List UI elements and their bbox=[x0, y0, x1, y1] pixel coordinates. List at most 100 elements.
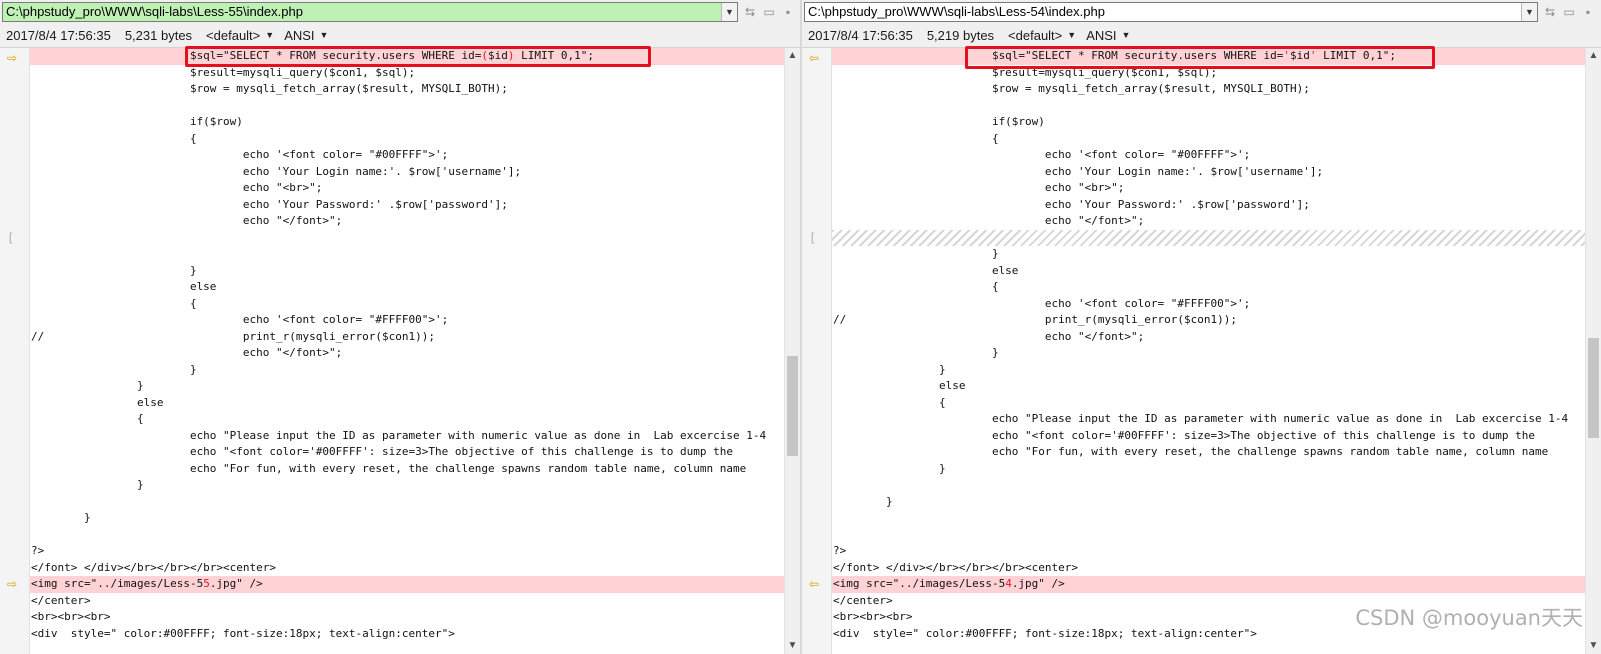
code-line: echo 'Your Password:' .$row['password']; bbox=[833, 197, 1310, 211]
chevron-down-icon[interactable]: ▼ bbox=[320, 24, 329, 47]
swap-icon[interactable]: ⇆ bbox=[742, 4, 758, 20]
code-line: } bbox=[833, 362, 946, 376]
code-line: echo "</font>"; bbox=[31, 346, 343, 359]
left-path-tools: ⇆ ▭ ▪ bbox=[742, 4, 796, 20]
right-pane: C:\phpstudy_pro\WWW\sqli-labs\Less-54\in… bbox=[802, 0, 1601, 654]
right-file-size: 5,219 bytes bbox=[926, 28, 995, 43]
code-line: } bbox=[31, 379, 144, 392]
code-line: } bbox=[31, 263, 197, 277]
diff-bracket-icon: [ bbox=[7, 231, 15, 245]
save-icon[interactable]: ▪ bbox=[1580, 4, 1596, 20]
left-gutter: ⇨ [ ⇨ bbox=[0, 48, 30, 654]
scroll-thumb[interactable] bbox=[787, 356, 798, 456]
code-line: } bbox=[31, 362, 197, 376]
code-line: else bbox=[31, 395, 164, 409]
right-path-input[interactable]: C:\phpstudy_pro\WWW\sqli-labs\Less-54\in… bbox=[804, 2, 1538, 22]
left-info-bar: 2017/8/4 17:56:35 5,231 bytes <default> … bbox=[0, 24, 800, 48]
code-line: echo "For fun, with every reset, the cha… bbox=[833, 445, 1549, 458]
code-line: <br><br><br> bbox=[31, 610, 111, 623]
code-line: echo "<font color='#00FFFF': size=3>The … bbox=[833, 428, 1535, 442]
highlight-box bbox=[965, 46, 1435, 69]
code-line: $row = mysqli_fetch_array($result, MYSQL… bbox=[833, 82, 1310, 95]
right-code-view[interactable]: $sql="SELECT * FROM security.users WHERE… bbox=[832, 48, 1585, 654]
code-line: ?> bbox=[833, 544, 847, 557]
left-path-input[interactable]: C:\phpstudy_pro\WWW\sqli-labs\Less-55\in… bbox=[2, 2, 738, 22]
right-charset-select[interactable]: ANSI bbox=[1086, 24, 1116, 47]
right-gutter: ⇦ [ ⇦ bbox=[802, 48, 832, 654]
left-charset-select[interactable]: ANSI bbox=[284, 24, 314, 47]
code-line: echo "</font>"; bbox=[31, 214, 343, 227]
left-path-text: C:\phpstudy_pro\WWW\sqli-labs\Less-55\in… bbox=[6, 4, 303, 19]
code-line: } bbox=[31, 511, 91, 524]
code-line: { bbox=[31, 131, 197, 145]
left-pane: C:\phpstudy_pro\WWW\sqli-labs\Less-55\in… bbox=[0, 0, 800, 654]
left-encoding-profile-select[interactable]: <default> bbox=[206, 24, 260, 47]
chevron-down-icon[interactable]: ▼ bbox=[721, 3, 737, 21]
code-line: echo "<br>"; bbox=[31, 181, 323, 194]
open-folder-icon[interactable]: ▭ bbox=[761, 4, 777, 20]
code-line: echo "Please input the ID as parameter w… bbox=[833, 412, 1569, 425]
code-line: $row = mysqli_fetch_array($result, MYSQL… bbox=[31, 82, 508, 95]
code-line: // print_r(mysqli_error($con1)); bbox=[31, 329, 435, 343]
chevron-down-icon[interactable]: ▼ bbox=[1521, 3, 1537, 21]
scroll-down-icon[interactable]: ▼ bbox=[785, 638, 800, 654]
swap-icon[interactable]: ⇆ bbox=[1542, 4, 1558, 20]
code-line: { bbox=[833, 395, 946, 409]
diff-arrow-icon[interactable]: ⇨ bbox=[7, 576, 17, 592]
left-code-view[interactable]: $sql="SELECT * FROM security.users WHERE… bbox=[30, 48, 784, 654]
code-line: echo '<font color= "#00FFFF">'; bbox=[31, 148, 449, 161]
right-vertical-scrollbar[interactable]: ▲ ▼ bbox=[1585, 48, 1601, 654]
code-line: { bbox=[833, 131, 999, 145]
code-line: echo "Please input the ID as parameter w… bbox=[31, 428, 767, 442]
diff-arrow-icon[interactable]: ⇦ bbox=[809, 576, 819, 592]
code-line: else bbox=[833, 263, 1019, 277]
scroll-thumb[interactable] bbox=[1588, 338, 1599, 438]
code-line: ?> bbox=[31, 544, 45, 557]
left-file-datetime: 2017/8/4 17:56:35 bbox=[6, 28, 111, 43]
code-line: echo 'Your Password:' .$row['password']; bbox=[31, 197, 508, 211]
left-vertical-scrollbar[interactable]: ▲ ▼ bbox=[784, 48, 800, 654]
code-line: <div style=" color:#00FFFF; font-size:18… bbox=[31, 626, 455, 640]
right-path-tools: ⇆ ▭ ▪ bbox=[1542, 4, 1596, 20]
code-line: else bbox=[31, 280, 217, 293]
scroll-up-icon[interactable]: ▲ bbox=[785, 48, 800, 64]
code-line: } bbox=[833, 461, 946, 475]
code-line: <img src="../images/Less-54.jpg" /> bbox=[832, 576, 1585, 593]
code-line: echo '<font color= "#FFFF00">'; bbox=[833, 296, 1251, 310]
code-line: } bbox=[833, 247, 999, 260]
code-line: echo '<font color= "#FFFF00">'; bbox=[31, 313, 449, 326]
code-line: echo "For fun, with every reset, the cha… bbox=[31, 461, 747, 475]
code-line: { bbox=[31, 412, 144, 425]
chevron-down-icon[interactable]: ▼ bbox=[1067, 24, 1076, 47]
code-line: echo "<br>"; bbox=[833, 181, 1125, 194]
save-icon[interactable]: ▪ bbox=[780, 4, 796, 20]
code-line: if($row) bbox=[833, 115, 1045, 128]
scroll-down-icon[interactable]: ▼ bbox=[1586, 638, 1601, 654]
code-line: else bbox=[833, 379, 966, 392]
chevron-down-icon[interactable]: ▼ bbox=[265, 24, 274, 47]
code-line: echo "</font>"; bbox=[833, 329, 1145, 343]
code-line: // print_r(mysqli_error($con1)); bbox=[833, 313, 1237, 326]
right-encoding-profile-select[interactable]: <default> bbox=[1008, 24, 1062, 47]
diff-arrow-icon[interactable]: ⇦ bbox=[809, 50, 819, 66]
code-line: </center> bbox=[31, 593, 91, 607]
code-line: echo "</font>"; bbox=[833, 214, 1145, 227]
left-path-bar: C:\phpstudy_pro\WWW\sqli-labs\Less-55\in… bbox=[0, 0, 800, 24]
code-line: echo "<font color='#00FFFF': size=3>The … bbox=[31, 445, 733, 458]
scroll-up-icon[interactable]: ▲ bbox=[1586, 48, 1601, 64]
code-line: } bbox=[31, 478, 144, 491]
code-line: { bbox=[833, 280, 999, 293]
diff-bracket-icon: [ bbox=[809, 231, 817, 245]
code-line: <img src="../images/Less-55.jpg" /> bbox=[30, 576, 784, 593]
open-folder-icon[interactable]: ▭ bbox=[1561, 4, 1577, 20]
diff-arrow-icon[interactable]: ⇨ bbox=[7, 50, 17, 66]
missing-line-placeholder bbox=[832, 229, 1585, 246]
right-path-text: C:\phpstudy_pro\WWW\sqli-labs\Less-54\in… bbox=[808, 4, 1105, 19]
chevron-down-icon[interactable]: ▼ bbox=[1122, 24, 1131, 47]
